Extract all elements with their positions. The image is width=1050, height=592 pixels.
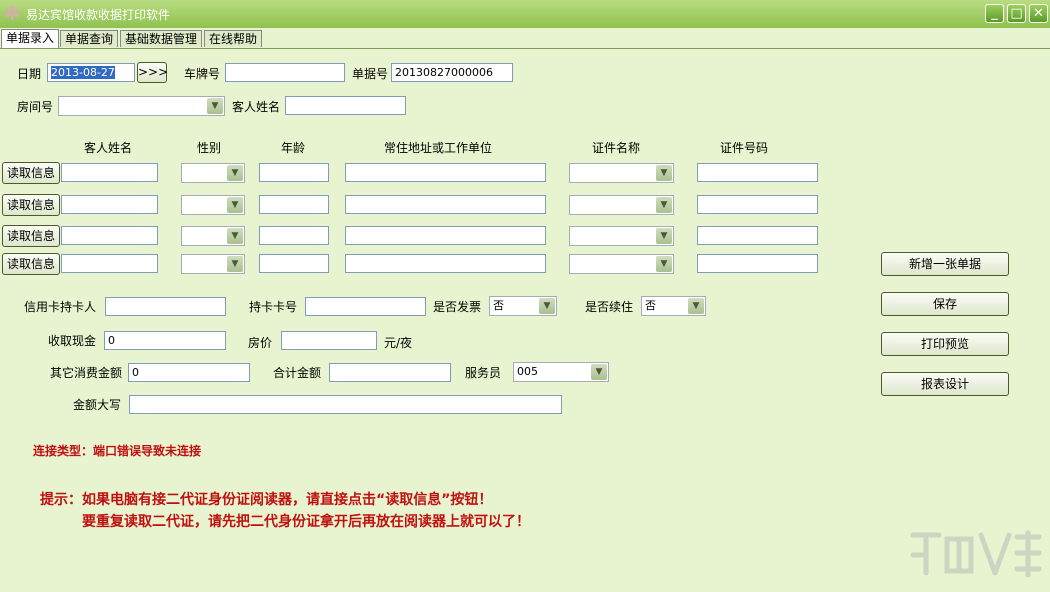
chevron-down-icon: ▼ xyxy=(227,228,243,244)
tab-online-help[interactable]: 在线帮助 xyxy=(204,30,263,47)
room-select[interactable]: ▼ xyxy=(58,96,225,116)
cash-label: 收取现金 xyxy=(48,334,97,348)
invoice-select[interactable]: 否 ▼ xyxy=(489,296,557,316)
id-type-select[interactable]: ▼ xyxy=(569,163,674,183)
chevron-down-icon: ▼ xyxy=(688,298,704,314)
gender-select[interactable]: ▼ xyxy=(181,163,245,183)
app-logo-icon: ✲ xyxy=(4,1,21,25)
age-cell[interactable] xyxy=(259,195,329,214)
guest-name-cell[interactable] xyxy=(61,195,158,214)
read-info-button[interactable]: 读取信息 xyxy=(2,162,60,184)
tip-line-2: 要重复读取二代证，请先把二代身份证拿开后再放在阅读器上就可以了！ xyxy=(82,514,530,530)
chevron-down-icon: ▼ xyxy=(227,256,243,272)
age-cell[interactable] xyxy=(259,163,329,182)
chevron-down-icon: ▼ xyxy=(656,165,672,181)
col-header-age: 年龄 xyxy=(281,141,306,155)
address-cell[interactable] xyxy=(345,254,546,273)
amount-uppercase-label: 金额大写 xyxy=(73,398,122,412)
staff-select[interactable]: 005 ▼ xyxy=(513,362,609,382)
close-button[interactable]: ✕ xyxy=(1029,4,1048,23)
chevron-down-icon: ▼ xyxy=(207,98,223,114)
gender-select[interactable]: ▼ xyxy=(181,254,245,274)
id-number-cell[interactable] xyxy=(697,226,818,245)
gender-select[interactable]: ▼ xyxy=(181,226,245,246)
extend-stay-select[interactable]: 否 ▼ xyxy=(641,296,706,316)
tab-receipt-entry[interactable]: 单据录入 xyxy=(1,29,60,48)
tab-receipt-query[interactable]: 单据查询 xyxy=(60,30,119,47)
receipt-no-label: 单据号 xyxy=(352,67,389,81)
col-header-id-number: 证件号码 xyxy=(720,141,769,155)
plate-label: 车牌号 xyxy=(184,67,221,81)
guest-name-field[interactable] xyxy=(285,96,406,115)
age-cell[interactable] xyxy=(259,254,329,273)
id-number-cell[interactable] xyxy=(697,195,818,214)
col-header-id-type: 证件名称 xyxy=(592,141,641,155)
chevron-down-icon: ▼ xyxy=(591,364,607,380)
id-type-select[interactable]: ▼ xyxy=(569,226,674,246)
date-label: 日期 xyxy=(17,67,42,81)
chevron-down-icon: ▼ xyxy=(227,165,243,181)
chevron-down-icon: ▼ xyxy=(539,298,555,314)
age-cell[interactable] xyxy=(259,226,329,245)
guest-name-cell[interactable] xyxy=(61,254,158,273)
print-preview-button[interactable]: 打印预览 xyxy=(881,332,1009,356)
connection-status: 连接类型：端口错误导致未连接 xyxy=(33,444,202,458)
address-cell[interactable] xyxy=(345,195,546,214)
address-cell[interactable] xyxy=(345,163,546,182)
total-field[interactable] xyxy=(329,363,451,382)
guest-name-cell[interactable] xyxy=(61,163,158,182)
chevron-down-icon: ▼ xyxy=(656,228,672,244)
room-label: 房间号 xyxy=(17,100,54,114)
room-price-field[interactable] xyxy=(281,331,377,350)
card-holder-field[interactable] xyxy=(105,297,226,316)
address-cell[interactable] xyxy=(345,226,546,245)
maximize-button[interactable]: □ xyxy=(1007,4,1026,23)
save-button[interactable]: 保存 xyxy=(881,292,1009,316)
read-info-button[interactable]: 读取信息 xyxy=(2,253,60,275)
report-design-button[interactable]: 报表设计 xyxy=(881,372,1009,396)
minimize-button[interactable]: _ xyxy=(985,4,1004,23)
card-holder-label: 信用卡持卡人 xyxy=(24,300,97,314)
guest-name-cell[interactable] xyxy=(61,226,158,245)
other-fee-label: 其它消费金额 xyxy=(50,366,123,380)
total-label: 合计金额 xyxy=(273,366,322,380)
id-number-cell[interactable] xyxy=(697,254,818,273)
col-header-name: 客人姓名 xyxy=(84,141,133,155)
chevron-down-icon: ▼ xyxy=(656,197,672,213)
card-no-label: 持卡卡号 xyxy=(249,300,298,314)
new-receipt-button[interactable]: 新增一张单据 xyxy=(881,252,1009,276)
amount-uppercase-field[interactable] xyxy=(129,395,562,414)
room-price-label: 房价 xyxy=(248,336,273,350)
invoice-label: 是否发票 xyxy=(433,300,482,314)
watermark-logo xyxy=(910,530,1042,578)
guest-name-label: 客人姓名 xyxy=(232,100,281,114)
cash-field[interactable]: 0 xyxy=(104,331,226,350)
extend-stay-label: 是否续住 xyxy=(585,300,634,314)
id-type-select[interactable]: ▼ xyxy=(569,195,674,215)
chevron-down-icon: ▼ xyxy=(227,197,243,213)
tab-basic-data[interactable]: 基础数据管理 xyxy=(120,30,203,47)
window-title: 易达宾馆收款收据打印软件 xyxy=(26,8,171,22)
col-header-address: 常住地址或工作单位 xyxy=(384,141,493,155)
date-picker-button[interactable]: >>> xyxy=(137,62,168,83)
chevron-down-icon: ▼ xyxy=(656,256,672,272)
col-header-gender: 性别 xyxy=(197,141,222,155)
read-info-button[interactable]: 读取信息 xyxy=(2,225,60,247)
plate-field[interactable] xyxy=(225,63,345,82)
date-field[interactable]: 2013-08-27 xyxy=(47,63,135,82)
id-number-cell[interactable] xyxy=(697,163,818,182)
price-unit-label: 元/夜 xyxy=(384,336,413,350)
other-fee-field[interactable]: 0 xyxy=(128,363,250,382)
gender-select[interactable]: ▼ xyxy=(181,195,245,215)
read-info-button[interactable]: 读取信息 xyxy=(2,194,60,216)
card-no-field[interactable] xyxy=(305,297,426,316)
id-type-select[interactable]: ▼ xyxy=(569,254,674,274)
staff-label: 服务员 xyxy=(465,366,502,380)
receipt-no-field[interactable]: 20130827000006 xyxy=(391,63,513,82)
tip-line-1: 提示：如果电脑有接二代证身份证阅读器，请直接点击“读取信息”按钮！ xyxy=(40,492,493,508)
